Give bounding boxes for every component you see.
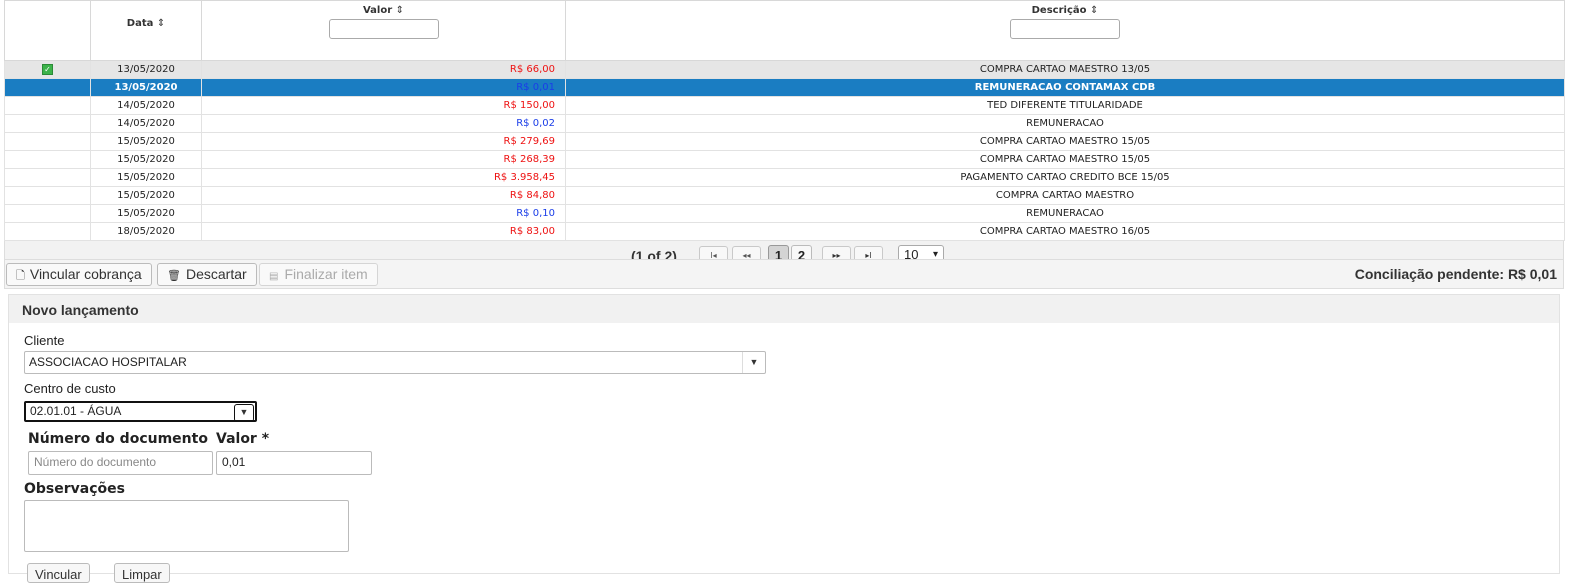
action-toolbar: 🗋 Vincular cobrança 🗑 Descartar ▤ Finalizar… [4,259,1564,289]
value-cell: R$ 0,10 [201,204,566,223]
sort-icon: ⇕ [156,18,166,29]
description-cell: COMPRA CARTAO MAESTRO 13/05 [565,60,1565,79]
value-cell: R$ 268,39 [201,150,566,169]
cost-center-select[interactable]: 02.01.01 - ÁGUA ▼ [24,401,257,422]
pending-reconciliation: Conciliação pendente: R$ 0,01 [1354,266,1557,282]
panel-title: Novo lançamento [9,295,1559,323]
row-select-cell[interactable] [4,204,91,223]
date-cell: 15/05/2020 [90,132,202,151]
discard-label: Descartar [185,266,247,282]
table-row[interactable]: 15/05/2020 R$ 279,69 COMPRA CARTAO MAEST… [4,132,1565,151]
value-cell: R$ 84,80 [201,186,566,205]
date-cell: 15/05/2020 [90,150,202,169]
select-column-header [4,0,91,61]
value-cell: R$ 0,02 [201,114,566,133]
row-select-cell[interactable] [4,222,91,241]
date-cell: 13/05/2020 [90,60,202,79]
link-button[interactable]: Vincular [27,563,90,583]
table-row[interactable]: 15/05/2020 R$ 0,10 REMUNERACAO [4,204,1565,223]
row-select-cell[interactable] [4,168,91,187]
checkbox-checked-icon[interactable]: ✓ [42,64,53,75]
client-value: ASSOCIACAO HOSPITALAR [29,355,187,369]
value-header-label: Valor [362,5,393,16]
finalize-item-label: Finalizar item [284,266,368,282]
caret-down-icon: ▼ [742,352,765,373]
date-cell: 15/05/2020 [90,168,202,187]
transactions-table: Data ⇕ Valor ⇕ Descrição ⇕ ✓ 13/05/2020 [4,0,1565,241]
date-cell: 14/05/2020 [90,114,202,133]
finalize-item-button[interactable]: ▤ Finalizar item [259,263,378,286]
new-entry-panel: Novo lançamento Cliente ASSOCIACAO HOSPI… [8,294,1560,583]
transactions-panel: Data ⇕ Valor ⇕ Descrição ⇕ ✓ 13/05/2020 [4,0,1565,270]
description-cell: REMUNERACAO [565,204,1565,223]
value-label: Valor * [216,431,270,447]
value-cell: R$ 150,00 [201,96,566,115]
link-button-label: Vincular [35,567,82,582]
discard-button[interactable]: 🗑 Descartar [157,263,257,286]
description-cell: TED DIFERENTE TITULARIDADE [565,96,1565,115]
link-charge-label: Vincular cobrança [29,266,142,282]
cost-center-label: Centro de custo [24,381,116,396]
value-filter-input[interactable] [328,19,439,39]
table-row[interactable]: 14/05/2020 R$ 0,02 REMUNERACAO [4,114,1565,133]
description-cell: REMUNERACAO [565,114,1565,133]
description-cell: REMUNERACAO CONTAMAX CDB [565,78,1565,97]
description-cell: PAGAMENTO CARTAO CREDITO BCE 15/05 [565,168,1565,187]
save-icon: ▤ [269,271,279,282]
value-cell: R$ 3.958,45 [201,168,566,187]
table-row[interactable]: 15/05/2020 R$ 3.958,45 PAGAMENTO CARTAO … [4,168,1565,187]
row-select-cell[interactable] [4,186,91,205]
date-cell: 15/05/2020 [90,204,202,223]
date-cell: 15/05/2020 [90,186,202,205]
row-select-cell[interactable] [4,96,91,115]
table-row[interactable]: ✓ 13/05/2020 R$ 66,00 COMPRA CARTAO MAES… [4,60,1565,79]
description-cell: COMPRA CARTAO MAESTRO 15/05 [565,132,1565,151]
row-select-cell[interactable] [4,114,91,133]
description-header-label: Descrição [1031,5,1087,16]
table-row[interactable]: 15/05/2020 R$ 84,80 COMPRA CARTAO MAESTR… [4,186,1565,205]
row-select-cell[interactable]: ✓ [4,60,91,79]
description-cell: COMPRA CARTAO MAESTRO 15/05 [565,150,1565,169]
value-cell: R$ 0,01 [201,78,566,97]
trash-icon: 🗑 [167,270,181,282]
date-cell: 14/05/2020 [90,96,202,115]
date-column-header[interactable]: Data ⇕ [90,0,202,61]
table-header-row: Data ⇕ Valor ⇕ Descrição ⇕ [4,0,1565,61]
document-icon: 🗋 [16,270,25,282]
table-row[interactable]: 18/05/2020 R$ 83,00 COMPRA CARTAO MAESTR… [4,222,1565,241]
value-column-header[interactable]: Valor ⇕ [201,0,566,61]
value-cell: R$ 66,00 [201,60,566,79]
sort-icon: ⇕ [395,5,405,16]
row-select-cell[interactable] [4,132,91,151]
sort-icon: ⇕ [1089,5,1099,16]
link-charge-button[interactable]: 🗋 Vincular cobrança [6,263,152,286]
document-number-label: Número do documento [28,431,208,447]
date-header-label: Data [126,18,154,29]
description-cell: COMPRA CARTAO MAESTRO 16/05 [565,222,1565,241]
value-input[interactable]: 0,01 [216,451,372,475]
client-label: Cliente [24,333,65,348]
value-cell: R$ 279,69 [201,132,566,151]
date-cell: 18/05/2020 [90,222,202,241]
table-row-selected[interactable]: 13/05/2020 R$ 0,01 REMUNERACAO CONTAMAX … [4,78,1565,97]
description-filter-input[interactable] [1010,19,1120,39]
date-cell: 13/05/2020 [90,78,202,97]
clear-button[interactable]: Limpar [114,563,170,583]
row-select-cell[interactable] [4,78,91,97]
description-column-header[interactable]: Descrição ⇕ [565,0,1565,61]
table-row[interactable]: 14/05/2020 R$ 150,00 TED DIFERENTE TITUL… [4,96,1565,115]
table-row[interactable]: 15/05/2020 R$ 268,39 COMPRA CARTAO MAEST… [4,150,1565,169]
clear-button-label: Limpar [122,567,162,582]
document-number-input[interactable]: Número do documento [28,451,213,475]
row-select-cell[interactable] [4,150,91,169]
caret-down-icon: ▼ [234,404,254,422]
notes-label: Observações [24,481,125,497]
notes-textarea[interactable] [24,500,349,552]
description-cell: COMPRA CARTAO MAESTRO [565,186,1565,205]
client-select[interactable]: ASSOCIACAO HOSPITALAR ▼ [24,351,766,374]
value-cell: R$ 83,00 [201,222,566,241]
cost-center-value: 02.01.01 - ÁGUA [30,404,122,418]
